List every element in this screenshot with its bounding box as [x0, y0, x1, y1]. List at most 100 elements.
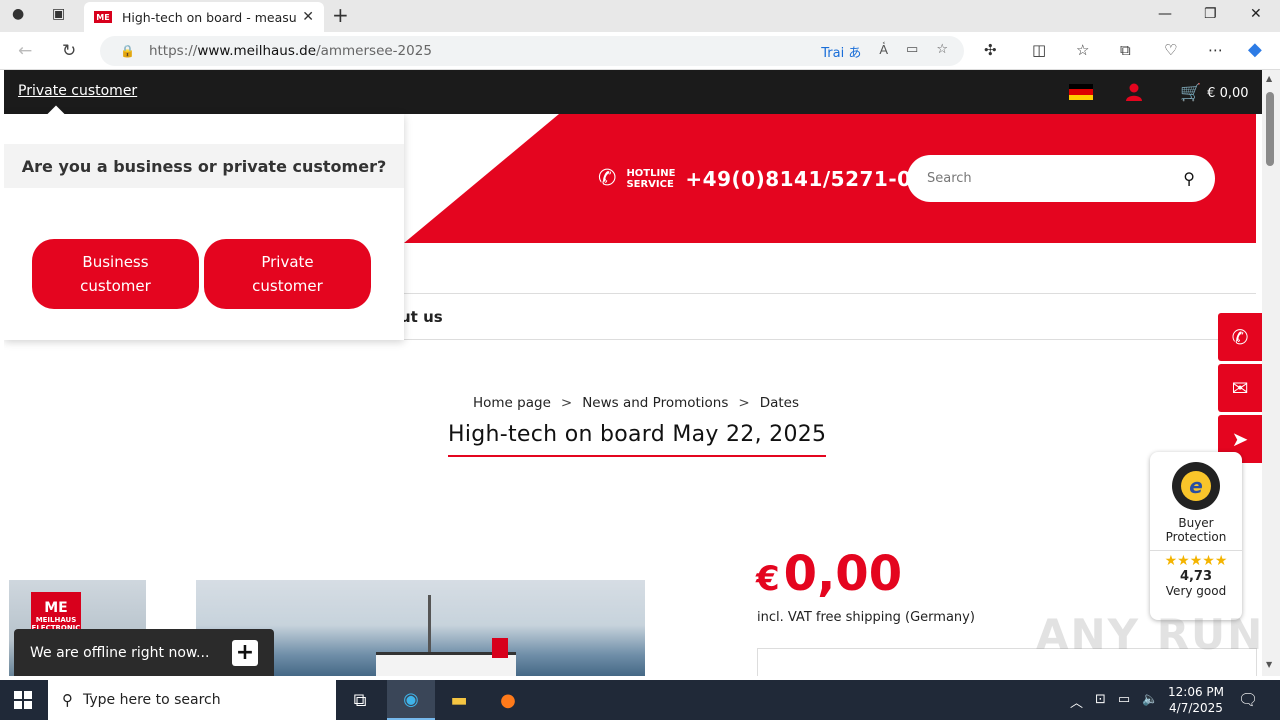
- hotline[interactable]: ✆ HOTLINE SERVICE +49(0)8141/5271-0: [598, 166, 912, 191]
- breadcrumb-dates[interactable]: Dates: [760, 395, 799, 411]
- reader-view-icon[interactable]: ▭: [906, 42, 918, 61]
- translate-label: Trai: [821, 46, 845, 61]
- favorite-star-icon[interactable]: ☆: [936, 42, 948, 61]
- private-customer-button[interactable]: Private customer: [204, 239, 371, 309]
- url-field[interactable]: 🔒 https://www.meilhaus.de/ammersee-2025 …: [100, 36, 964, 66]
- search-placeholder: Search: [927, 171, 972, 186]
- tray-device-icon[interactable]: ⊡: [1095, 692, 1106, 711]
- cart-button[interactable]: 🛒 € 0,00: [1180, 83, 1249, 103]
- taskbar-search-input[interactable]: ⚲ Type here to search: [48, 680, 336, 720]
- rating-text: Very good: [1165, 584, 1227, 598]
- site-search-input[interactable]: Search ⚲: [907, 155, 1215, 202]
- notification-icon[interactable]: 🗨: [1238, 690, 1258, 709]
- browser-essentials-icon[interactable]: ♡: [1164, 41, 1177, 59]
- edge-taskbar-icon[interactable]: ◉: [387, 680, 435, 720]
- customer-type-link[interactable]: Private customer: [18, 83, 137, 99]
- page-title: High-tech on board May 22, 2025: [448, 422, 827, 457]
- cart-icon: 🛒: [1180, 83, 1202, 103]
- translate-icon: あ: [848, 46, 862, 61]
- network-icon[interactable]: ▭: [1118, 692, 1130, 711]
- search-icon[interactable]: ⚲: [1183, 169, 1195, 188]
- cart-total: € 0,00: [1207, 85, 1249, 101]
- web-page: Private customer 🛒 € 0,00 ✆ HOTLINE SERVI…: [4, 70, 1262, 676]
- tab-title: High-tech on board - measurem: [122, 9, 297, 25]
- logo-big-text: ME: [44, 600, 68, 616]
- clock-time: 12:06 PM: [1168, 685, 1224, 699]
- meilhaus-favicon-icon: ME: [94, 11, 112, 23]
- back-icon[interactable]: ←: [18, 41, 32, 61]
- favorites-icon[interactable]: ☆: [1076, 41, 1089, 59]
- extensions-icon[interactable]: ✣: [984, 41, 997, 59]
- scroll-up-icon[interactable]: ▲: [1266, 74, 1272, 83]
- copilot-icon[interactable]: ◆: [1248, 39, 1262, 60]
- taskbar-search-placeholder: Type here to search: [83, 692, 221, 708]
- scrollbar-thumb[interactable]: [1266, 92, 1274, 166]
- more-menu-icon[interactable]: ⋯: [1208, 41, 1223, 59]
- lock-icon: 🔒: [120, 44, 135, 58]
- hotline-label-2: SERVICE: [626, 178, 674, 190]
- firefox-icon[interactable]: ●: [484, 680, 532, 720]
- hotline-label: HOTLINE SERVICE: [626, 168, 675, 190]
- ship-funnel: [492, 638, 508, 658]
- price-value: 0,00: [783, 546, 903, 602]
- menu-item-about-us[interactable]: ut us: [400, 308, 443, 326]
- top-bar: Private customer 🛒 € 0,00: [4, 70, 1262, 114]
- split-screen-icon[interactable]: ◫: [1032, 41, 1046, 59]
- breadcrumb-separator: >: [560, 395, 573, 411]
- envelope-icon: ✉: [1231, 376, 1249, 400]
- anyrun-watermark: ANY RUN: [1036, 610, 1265, 659]
- collections-icon[interactable]: ⧉: [1120, 41, 1131, 59]
- translate-button[interactable]: Trai あ: [821, 42, 861, 61]
- popup-question: Are you a business or private customer?: [4, 144, 404, 188]
- windows-taskbar: ⚲ Type here to search ⧉ ◉ ▬ ● ︿ ⊡ ▭ 🔈 12…: [0, 680, 1280, 720]
- rating-stars: ★★★★★: [1150, 550, 1242, 569]
- tab-actions-icon[interactable]: ▣: [52, 6, 65, 22]
- customer-type-popup: Are you a business or private customer? …: [4, 105, 404, 340]
- phone-icon: ✆: [1231, 325, 1249, 349]
- tab-active[interactable]: ME High-tech on board - measurem ✕: [84, 2, 324, 32]
- flag-stripe-gold: [1069, 94, 1093, 100]
- tray-chevron-icon[interactable]: ︿: [1070, 692, 1083, 711]
- close-tab-icon[interactable]: ✕: [302, 9, 314, 25]
- volume-icon[interactable]: 🔈: [1142, 692, 1158, 711]
- file-explorer-icon[interactable]: ▬: [435, 680, 483, 720]
- search-icon: ⚲: [62, 691, 73, 709]
- url-prefix: https://: [148, 43, 198, 59]
- user-account-icon[interactable]: [1124, 82, 1144, 102]
- taskbar-clock[interactable]: 12:06 PM 4/7/2025: [1168, 684, 1224, 716]
- system-tray: ︿ ⊡ ▭ 🔈: [1070, 692, 1158, 711]
- windows-start-icon[interactable]: [14, 691, 32, 709]
- new-tab-icon[interactable]: +: [332, 3, 349, 27]
- browser-tab-bar: ● ▣ ME High-tech on board - measurem ✕ +…: [0, 0, 1280, 32]
- trusted-shops-badge[interactable]: e Buyer Protection ★★★★★ 4,73 Very good: [1150, 452, 1242, 620]
- clock-date: 4/7/2025: [1169, 701, 1223, 715]
- chat-expand-icon[interactable]: +: [232, 639, 258, 666]
- address-bar: ← ↻ 🔒 https://www.meilhaus.de/ammersee-2…: [0, 32, 1280, 70]
- side-email-button[interactable]: ✉: [1218, 364, 1262, 412]
- read-aloud-icon[interactable]: A᷾: [879, 42, 888, 61]
- chat-offline-text: We are offline right now...: [30, 644, 210, 661]
- task-view-icon[interactable]: ⧉: [336, 680, 384, 720]
- url-path: /ammersee-2025: [316, 43, 432, 59]
- hotline-number: +49(0)8141/5271-0: [685, 166, 912, 191]
- profile-icon[interactable]: ●: [12, 6, 24, 22]
- breadcrumb-separator: >: [738, 395, 750, 411]
- reload-icon[interactable]: ↻: [62, 41, 76, 61]
- hotline-label-1: HOTLINE: [626, 167, 676, 179]
- buyer-protection-label-2: Protection: [1165, 530, 1227, 544]
- phone-icon: ✆: [598, 166, 617, 191]
- window-close-icon[interactable]: ✕: [1250, 6, 1262, 22]
- price: €0,00: [756, 546, 902, 602]
- breadcrumb-home[interactable]: Home page: [473, 395, 551, 411]
- scroll-down-icon[interactable]: ▼: [1266, 660, 1272, 669]
- restore-icon[interactable]: ❐: [1204, 6, 1217, 22]
- page-scrollbar[interactable]: ▲ ▼: [1262, 70, 1280, 676]
- business-customer-button[interactable]: Business customer: [32, 239, 199, 309]
- german-flag-icon[interactable]: [1069, 84, 1093, 100]
- chat-offline-widget[interactable]: We are offline right now... +: [14, 629, 274, 676]
- price-currency: €: [756, 559, 780, 599]
- side-phone-button[interactable]: ✆: [1218, 313, 1262, 361]
- breadcrumb-news[interactable]: News and Promotions: [582, 395, 728, 411]
- trusted-shops-seal-icon: e: [1172, 462, 1220, 510]
- minimize-icon[interactable]: —: [1158, 6, 1172, 22]
